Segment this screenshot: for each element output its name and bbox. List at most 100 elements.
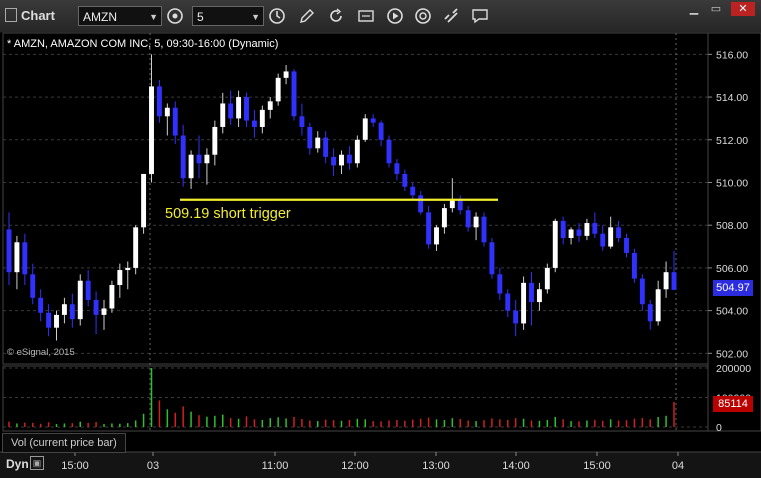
candle-body bbox=[655, 289, 661, 322]
candle-body bbox=[259, 109, 265, 127]
candle-body bbox=[125, 267, 131, 271]
symbol-combo[interactable]: AMZN ▼ bbox=[78, 6, 162, 26]
candle-body bbox=[616, 227, 622, 239]
candle-body bbox=[544, 267, 550, 290]
price-tick-label: 514.00 bbox=[716, 92, 748, 104]
candle-body bbox=[133, 227, 139, 268]
candle-body bbox=[410, 186, 416, 196]
candle-body bbox=[346, 154, 352, 164]
pencil-icon[interactable] bbox=[298, 7, 316, 25]
chevron-down-icon[interactable]: ▼ bbox=[149, 7, 158, 27]
time-tick-label: 12:00 bbox=[341, 460, 369, 472]
comment-icon[interactable] bbox=[471, 7, 489, 25]
candle-body bbox=[370, 118, 376, 123]
candle-body bbox=[251, 120, 257, 127]
volume-tick-label: 0 bbox=[716, 422, 722, 434]
time-axis bbox=[0, 452, 761, 478]
candle-body bbox=[624, 238, 629, 253]
candle-body bbox=[109, 284, 115, 309]
window-title: Chart bbox=[5, 8, 55, 23]
minimize-icon[interactable]: ▁ bbox=[684, 2, 704, 16]
chart-window-icon bbox=[5, 8, 17, 22]
candle-body bbox=[331, 156, 337, 166]
candle-body bbox=[54, 314, 59, 328]
candle-body bbox=[46, 312, 52, 328]
price-chart[interactable]: 516.00 514.00 512.00 510.00 508.00 506.00 504.… bbox=[0, 32, 761, 478]
price-tick-label: 516.00 bbox=[716, 49, 748, 61]
candle-body bbox=[576, 229, 582, 236]
volume-tick-label: 200000 bbox=[716, 363, 751, 375]
close-icon[interactable]: ✕ bbox=[731, 2, 755, 16]
dyn-settings-icon[interactable]: ▣ bbox=[30, 456, 44, 470]
candle-body bbox=[584, 223, 590, 236]
candle-body bbox=[77, 280, 83, 320]
maximize-icon[interactable]: ▭ bbox=[706, 2, 726, 16]
candle-body bbox=[14, 242, 20, 273]
candle-body bbox=[394, 163, 400, 174]
time-tick-label: 11:00 bbox=[262, 460, 289, 472]
candle-body bbox=[378, 122, 384, 140]
candle-body bbox=[497, 274, 503, 294]
toolbar: Chart AMZN ▼ 5 ▼ ▁ ▭ ✕ bbox=[0, 0, 761, 33]
candle-body bbox=[307, 126, 313, 149]
candle-body bbox=[180, 135, 186, 179]
clock-icon[interactable] bbox=[268, 7, 286, 25]
candle-body bbox=[244, 97, 249, 121]
price-tick-label: 506.00 bbox=[716, 263, 748, 275]
cursor-mode-icon[interactable] bbox=[357, 7, 375, 25]
candle-body bbox=[30, 274, 36, 298]
candle-body bbox=[457, 199, 463, 211]
candle-body bbox=[386, 139, 392, 164]
candle-body bbox=[283, 71, 289, 78]
price-tick-label: 504.00 bbox=[716, 306, 748, 318]
dyn-label[interactable]: Dyn bbox=[6, 457, 29, 471]
target-icon[interactable] bbox=[414, 7, 432, 25]
candle-body bbox=[228, 103, 234, 119]
volume-study-label[interactable]: Vol (current price bar) bbox=[2, 433, 126, 453]
interval-settings-icon[interactable] bbox=[166, 7, 184, 25]
candle-body bbox=[141, 173, 147, 228]
price-tick-label: 510.00 bbox=[716, 177, 748, 189]
trigger-annotation: 509.19 short trigger bbox=[165, 206, 291, 222]
candle-body bbox=[631, 252, 637, 279]
candle-body bbox=[639, 278, 645, 305]
candle-body bbox=[6, 229, 12, 273]
time-tick-label: 04 bbox=[672, 460, 684, 472]
candle-body bbox=[489, 242, 495, 275]
candle-body bbox=[671, 272, 677, 290]
volume-tag: 85114 bbox=[713, 396, 753, 412]
price-tick-label: 512.00 bbox=[716, 135, 748, 147]
candle-body bbox=[362, 118, 368, 140]
play-icon[interactable] bbox=[386, 7, 404, 25]
interval-combo[interactable]: 5 ▼ bbox=[192, 6, 264, 26]
candle-body bbox=[552, 220, 558, 268]
candle-body bbox=[529, 282, 534, 303]
candle-body bbox=[172, 107, 178, 136]
candle-body bbox=[267, 101, 273, 110]
candle-body bbox=[536, 289, 542, 303]
time-tick-label: 15:00 bbox=[61, 460, 89, 472]
candle-body bbox=[465, 210, 471, 228]
refresh-icon[interactable] bbox=[327, 7, 345, 25]
candle-body bbox=[291, 71, 297, 117]
candle-body bbox=[354, 139, 360, 164]
chevron-down-icon[interactable]: ▼ bbox=[251, 7, 260, 27]
price-tick-label: 508.00 bbox=[716, 220, 748, 232]
time-tick-label: 15:00 bbox=[583, 460, 611, 472]
link-icon[interactable] bbox=[442, 7, 460, 25]
candle-body bbox=[402, 173, 408, 187]
candle-body bbox=[275, 77, 281, 102]
candle-body bbox=[61, 304, 67, 315]
candle-body bbox=[156, 86, 162, 117]
candle-body bbox=[93, 299, 99, 315]
credit-text: © eSignal, 2015 bbox=[7, 347, 75, 358]
candle-body bbox=[418, 195, 424, 213]
time-tick-label: 13:00 bbox=[422, 460, 450, 472]
candle-body bbox=[85, 280, 91, 300]
candle-body bbox=[164, 107, 170, 117]
candle-body bbox=[441, 208, 447, 228]
candle-body bbox=[69, 304, 75, 320]
candle-body bbox=[434, 227, 439, 245]
candle-body bbox=[315, 137, 321, 149]
candle-body bbox=[473, 216, 479, 228]
